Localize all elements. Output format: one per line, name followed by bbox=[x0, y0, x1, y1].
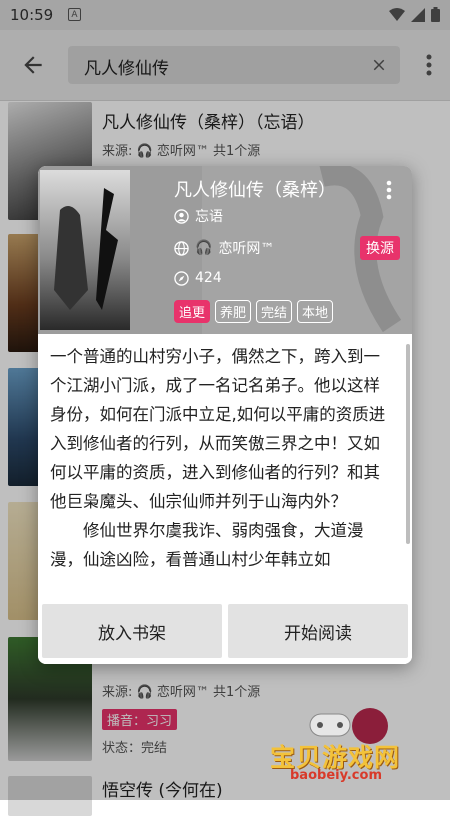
scrollbar[interactable] bbox=[406, 344, 410, 544]
tag-following[interactable]: 追更 bbox=[174, 300, 211, 323]
compass-icon bbox=[174, 270, 189, 286]
group-tags: 追更 养肥 完结 本地 bbox=[174, 300, 334, 323]
headphones-icon: 🎧 bbox=[195, 240, 213, 256]
chapter-count-row: 424 bbox=[174, 270, 222, 286]
source-row: 🎧 恋听网™ bbox=[174, 238, 274, 258]
dialog-actions: 放入书架 开始阅读 bbox=[38, 600, 412, 664]
book-detail-dialog: 凡人修仙传（桑梓） 忘语 🎧 恋听网™ 换源 424 追更 养肥 完结 本地 一… bbox=[38, 166, 412, 664]
tag-local[interactable]: 本地 bbox=[297, 300, 334, 323]
chapter-count: 424 bbox=[195, 270, 222, 286]
intro-text: 一个普通的山村穷小子，偶然之下，跨入到一个江湖小门派，成了一名记名弟子。他以这样… bbox=[50, 342, 396, 574]
tag-fatten[interactable]: 养肥 bbox=[215, 300, 252, 323]
globe-icon bbox=[174, 240, 189, 256]
person-icon bbox=[174, 208, 189, 224]
book-cover bbox=[40, 170, 130, 330]
book-intro[interactable]: 一个普通的山村穷小子，偶然之下，跨入到一个江湖小门派，成了一名记名弟子。他以这样… bbox=[38, 334, 412, 600]
dialog-header: 凡人修仙传（桑梓） 忘语 🎧 恋听网™ 换源 424 追更 养肥 完结 本地 bbox=[38, 166, 412, 334]
tag-finished[interactable]: 完结 bbox=[256, 300, 293, 323]
add-to-shelf-button[interactable]: 放入书架 bbox=[42, 604, 222, 658]
switch-source-button[interactable]: 换源 bbox=[360, 236, 400, 260]
intro-paragraph-1: 一个普通的山村穷小子，偶然之下，跨入到一个江湖小门派，成了一名记名弟子。他以这样… bbox=[50, 347, 386, 511]
watermark-url: baobeiy.com bbox=[290, 768, 382, 783]
more-vert-icon[interactable] bbox=[386, 180, 392, 200]
author-name: 忘语 bbox=[195, 209, 223, 225]
author-row: 忘语 bbox=[174, 206, 223, 226]
start-reading-button[interactable]: 开始阅读 bbox=[228, 604, 408, 658]
dialog-book-title: 凡人修仙传（桑梓） bbox=[174, 180, 336, 201]
source-name: 恋听网™ bbox=[218, 241, 275, 257]
site-watermark: 宝贝游戏网 baobeiy.com bbox=[270, 700, 420, 790]
intro-paragraph-2: 修仙世界尔虞我诈、弱肉强食，大道漫漫，仙途凶险，看普通山村少年韩立如 bbox=[50, 521, 364, 569]
